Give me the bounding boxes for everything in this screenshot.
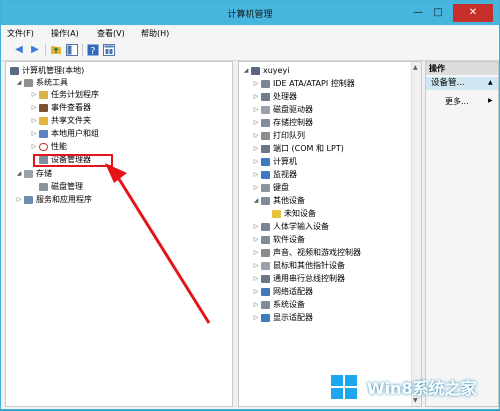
device-category-label: 端口 (COM 和 LPT) [273,144,344,153]
device-category-label: 通用串行总线控制器 [273,274,345,283]
expand-arrow-icon[interactable]: ▷ [252,91,260,103]
watermark-logo: Win8系统之家 [329,369,499,407]
device-category-label: 人体学输入设备 [273,222,329,231]
monitor-icon [261,171,270,179]
network-adapter-icon [261,288,270,296]
device-category-label: 处理器 [273,92,297,101]
device-category[interactable]: ▷ 网络适配器 [252,286,313,298]
device-category[interactable]: ▷ 显示适配器 [252,312,313,324]
device-category[interactable]: ▷ 计算机 [252,156,297,168]
expand-arrow-icon[interactable]: ▷ [252,234,260,246]
usb-icon [261,275,270,283]
chevron-right-icon: ▶ [488,97,493,104]
device-list-pane: ◢ xuyeyi ▷ IDE ATA/ATAPI 控制器 ▷ 处理器 ▷ 磁盘驱动器 ▷… [238,61,422,407]
expand-arrow-icon[interactable]: ▷ [252,286,260,298]
computer-icon [261,158,270,166]
device-category[interactable]: ▷ 系统设备 [252,299,305,311]
expand-arrow-icon[interactable]: ▷ [252,143,260,155]
device-category[interactable]: ▷ 软件设备 [252,234,305,246]
device-category-label: 网络适配器 [273,287,313,296]
device-category[interactable]: ▷ 存储控制器 [252,117,313,129]
device-category-label: 声音、视频和游戏控制器 [273,248,361,257]
device-category-label: 软件设备 [273,235,305,244]
expand-arrow-icon[interactable]: ▷ [252,221,260,233]
processor-icon [261,93,270,101]
device-category-label: 存储控制器 [273,118,313,127]
device-category[interactable]: ▷ 端口 (COM 和 LPT) [252,143,344,155]
expand-arrow-icon[interactable]: ▷ [252,182,260,194]
disk-drive-icon [261,106,270,114]
device-category-label: 系统设备 [273,300,305,309]
device-category[interactable]: ▷ 磁盘驱动器 [252,104,313,116]
system-device-icon [261,301,270,309]
device-category-label: IDE ATA/ATAPI 控制器 [273,79,355,88]
warning-icon [272,210,281,218]
device-item-label: 未知设备 [284,209,316,218]
software-device-icon [261,236,270,244]
device-category[interactable]: ▷ 监视器 [252,169,297,181]
device-category[interactable]: ▷ 处理器 [252,91,297,103]
device-category-label: 监视器 [273,170,297,179]
device-category[interactable]: ▷ 鼠标和其他指针设备 [252,260,345,272]
collapse-arrow-icon[interactable]: ◢ [252,195,260,207]
expand-arrow-icon[interactable]: ▷ [252,273,260,285]
keyboard-icon [261,184,270,192]
more-actions-link[interactable]: 更多... [445,96,469,107]
printer-icon [261,132,270,140]
device-category[interactable]: ▷ 键盘 [252,182,289,194]
expand-arrow-icon[interactable]: ▷ [252,104,260,116]
device-root-label: xuyeyi [263,66,290,75]
watermark-text: Win8系统之家 [367,379,477,398]
vertical-scrollbar[interactable]: ▲ ▼ [411,62,421,406]
device-category[interactable]: ▷ 声音、视频和游戏控制器 [252,247,361,259]
port-icon [261,145,270,153]
ide-controller-icon [261,80,270,88]
scroll-up-icon[interactable]: ▲ [413,64,418,71]
expand-arrow-icon[interactable]: ▷ [252,117,260,129]
actions-header: 操作 [426,62,498,75]
device-category-label: 打印队列 [273,131,305,140]
expand-arrow-icon[interactable]: ▷ [252,78,260,90]
hid-icon [261,223,270,231]
device-category-label: 其他设备 [273,196,305,205]
device-category-label: 显示适配器 [273,313,313,322]
collapse-arrow-icon[interactable]: ◢ [242,65,250,77]
device-category[interactable]: ◢ 其他设备 [252,195,305,207]
actions-pane: 操作 设备管... ▲ 更多... ▶ [425,61,499,407]
device-category-label: 磁盘驱动器 [273,105,313,114]
computer-icon [251,67,260,75]
expand-arrow-icon[interactable]: ▷ [252,247,260,259]
device-category[interactable]: ▷ 通用串行总线控制器 [252,273,345,285]
expand-arrow-icon[interactable]: ▷ [252,312,260,324]
device-category-label: 鼠标和其他指针设备 [273,261,345,270]
display-adapter-icon [261,314,270,322]
chevron-up-icon[interactable]: ▲ [488,79,493,86]
device-category[interactable]: ▷ 打印队列 [252,130,305,142]
device-category-label: 键盘 [273,183,289,192]
speaker-icon [261,249,270,257]
device-root[interactable]: ◢ xuyeyi [242,65,289,77]
expand-arrow-icon[interactable]: ▷ [252,260,260,272]
mouse-icon [261,262,270,270]
computer-management-window: 计算机管理 — □ ✕ 文件(F) 操作(A) 查看(V) 帮助(H) ◀ ▶ … [0,0,500,410]
expand-arrow-icon[interactable]: ▷ [252,130,260,142]
windows-logo-icon [331,375,359,401]
device-item[interactable]: 未知设备 [271,208,316,220]
device-category-label: 计算机 [273,157,297,166]
expand-arrow-icon[interactable]: ▷ [252,156,260,168]
expand-arrow-icon[interactable]: ▷ [252,299,260,311]
device-category[interactable]: ▷ 人体学输入设备 [252,221,329,233]
device-category[interactable]: ▷ IDE ATA/ATAPI 控制器 [252,78,355,90]
expand-arrow-icon[interactable]: ▷ [252,169,260,181]
other-devices-icon [261,197,270,205]
storage-controller-icon [261,119,270,127]
